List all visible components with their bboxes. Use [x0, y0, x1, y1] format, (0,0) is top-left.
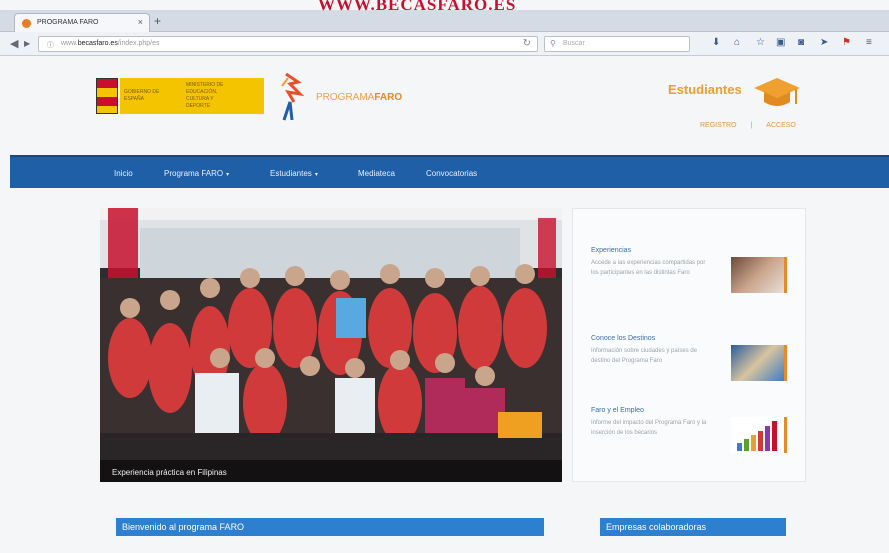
graduation-cap-icon	[754, 78, 800, 106]
students-title: Estudiantes	[668, 82, 742, 97]
slide-next-button[interactable]	[498, 412, 542, 438]
info-icon: ⓘ	[47, 42, 54, 49]
tab-title: PROGRAMA FARO	[37, 19, 99, 26]
download-icon[interactable]: ⬇	[712, 37, 720, 48]
brand-suffix: FARO	[374, 92, 403, 103]
home-icon[interactable]: ⌂	[734, 37, 740, 48]
bookmark-star-icon[interactable]: ☆	[756, 37, 765, 48]
side-item-description: Accede a las experiencias compartidas po…	[591, 260, 706, 276]
search-placeholder: Buscar	[563, 40, 585, 47]
watermark-text: WWW.BECASFARO.ES	[318, 0, 517, 14]
chevron-down-icon: ▾	[314, 172, 318, 178]
extension-icon[interactable]: ⚑	[842, 37, 851, 48]
companies-header: Empresas colaboradoras	[600, 518, 786, 536]
experiencias-thumbnail[interactable]	[731, 257, 787, 293]
empleo-chart-thumbnail[interactable]	[731, 417, 787, 453]
chevron-down-icon: ▾	[226, 172, 230, 178]
search-icon: ⚲	[550, 39, 556, 48]
search-input[interactable]: ⚲ Buscar	[544, 36, 690, 52]
menu-icon[interactable]: ≡	[866, 37, 872, 48]
side-item-empleo[interactable]: Faro y el Empleo Informe del impacto del…	[591, 407, 801, 453]
auth-separator: |	[750, 122, 753, 129]
new-tab-button[interactable]: +	[154, 14, 161, 28]
forward-arrow-icon[interactable]: ▶	[24, 39, 30, 48]
url-path: /index.php/es	[117, 40, 160, 47]
side-item-description: Informe del impacto del Programa Faro y …	[591, 420, 707, 436]
gov-line2: MINISTERIO DE EDUCACIÓN, CULTURA Y DEPOR…	[186, 82, 224, 109]
menu-item-programa-faro[interactable]: Programa FARO ▾	[164, 169, 229, 178]
brand-wordmark: PROGRAMAFARO	[316, 92, 402, 103]
menu-item-inicio[interactable]: Inicio	[114, 169, 133, 178]
government-logo-text: GOBIERNO DE ESPAÑA MINISTERIO DE EDUCACI…	[120, 78, 264, 114]
side-item-title[interactable]: Conoce los Destinos	[591, 335, 801, 342]
menu-item-convocatorias[interactable]: Convocatorias	[426, 169, 477, 178]
menu-item-mediateca[interactable]: Mediateca	[358, 169, 395, 178]
url-host: becasfaro.es	[77, 40, 118, 47]
side-panel: Experiencias Accede a las experiencias c…	[572, 208, 806, 482]
welcome-header: Bienvenido al programa FARO	[116, 518, 544, 536]
coat-of-arms-icon	[96, 78, 118, 114]
library-icon[interactable]: ▣	[776, 37, 785, 48]
bar-chart-icon	[737, 421, 777, 451]
destinos-thumbnail[interactable]	[731, 345, 787, 381]
browser-nav-bar: ◀ ▶ ⓘ www.becasfaro.es/index.php/es ↻ ⚲ …	[0, 32, 889, 56]
url-prefix: www.	[61, 40, 78, 47]
browser-tab[interactable]: PROGRAMA FARO ×	[14, 13, 150, 32]
auth-links: REGISTRO | ACCESO	[694, 122, 802, 129]
menu-item-estudiantes[interactable]: Estudiantes ▾	[270, 169, 318, 178]
hero-carousel[interactable]: Experiencia práctica en Filipinas	[100, 208, 562, 482]
group-photo	[100, 208, 562, 482]
side-item-destinos[interactable]: Conoce los Destinos Información sobre ci…	[591, 335, 801, 381]
back-arrow-icon[interactable]: ◀	[10, 37, 18, 50]
side-item-title[interactable]: Faro y el Empleo	[591, 407, 801, 414]
favicon-icon	[22, 19, 31, 28]
send-icon[interactable]: ➤	[820, 37, 828, 48]
side-item-description: Información sobre ciudades y países de d…	[591, 348, 698, 364]
gov-line1: GOBIERNO DE ESPAÑA	[124, 89, 160, 102]
tab-close-icon[interactable]: ×	[138, 17, 143, 27]
reload-icon[interactable]: ↻	[523, 38, 531, 49]
side-item-title[interactable]: Experiencias	[591, 247, 801, 254]
login-link[interactable]: ACCESO	[766, 122, 796, 129]
side-item-experiencias[interactable]: Experiencias Accede a las experiencias c…	[591, 247, 801, 293]
programa-faro-logo[interactable]: PROGRAMAFARO	[280, 72, 430, 124]
register-link[interactable]: REGISTRO	[700, 122, 737, 129]
main-menu: Inicio Programa FARO ▾ Estudiantes ▾ Media…	[10, 155, 889, 188]
government-logo[interactable]: GOBIERNO DE ESPAÑA MINISTERIO DE EDUCACI…	[96, 78, 264, 114]
pocket-icon[interactable]: ◙	[798, 37, 804, 48]
lighthouse-icon	[281, 72, 304, 121]
hero-caption: Experiencia práctica en Filipinas	[100, 460, 562, 482]
brand-prefix: PROGRAMA	[316, 92, 375, 103]
url-bar[interactable]: ⓘ www.becasfaro.es/index.php/es ↻	[38, 36, 538, 52]
